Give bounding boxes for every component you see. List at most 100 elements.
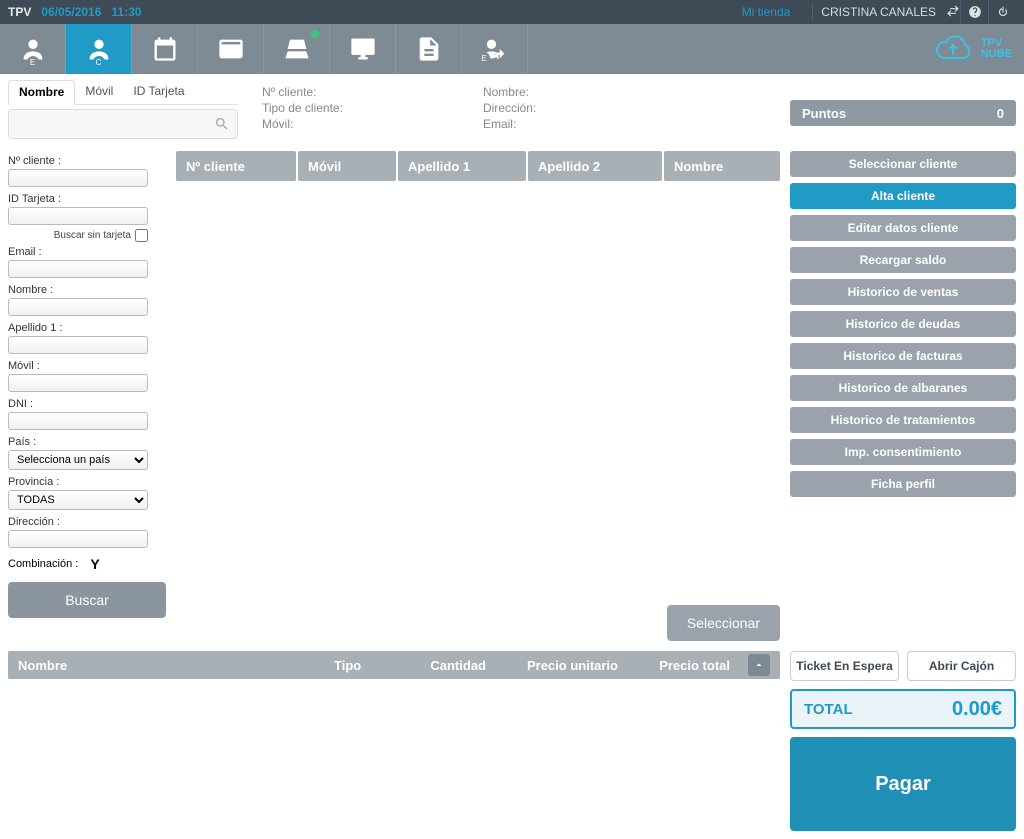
nav-employee-transfer-badge: E (478, 52, 490, 64)
input-dni[interactable] (8, 412, 148, 430)
input-apellido1[interactable] (8, 336, 148, 354)
nav-monitor[interactable] (330, 24, 396, 74)
btn-editar-cliente[interactable]: Editar datos cliente (790, 215, 1016, 241)
col-movil[interactable]: Móvil (298, 151, 396, 181)
lbl-movil: Móvil : (8, 360, 166, 372)
nav-employee-transfer[interactable]: E (462, 24, 528, 74)
btn-hist-ventas[interactable]: Historico de ventas (790, 279, 1016, 305)
ocol-pu: Precio unitario (498, 658, 618, 673)
svg-text:27: 27 (159, 48, 169, 58)
info-tipocliente: Tipo de cliente: (262, 100, 343, 116)
status-dot-icon (311, 30, 319, 38)
btn-ticket-espera[interactable]: Ticket En Espera (790, 651, 899, 681)
val-combinacion[interactable]: Y (90, 556, 99, 572)
select-pais[interactable]: Selecciona un país (8, 450, 148, 470)
input-movil[interactable] (8, 374, 148, 392)
info-nombre: Nombre: (483, 84, 536, 100)
buscar-button[interactable]: Buscar (8, 582, 166, 618)
input-ncliente[interactable] (8, 169, 148, 187)
top-bar: TPV 06/05/2016 11:30 Mi tienda CRISTINA … (0, 0, 1024, 24)
time-label: 11:30 (111, 5, 141, 19)
swap-user-icon[interactable] (940, 4, 960, 21)
lbl-apellido1: Apellido 1 : (8, 322, 166, 334)
input-email[interactable] (8, 260, 148, 278)
nav-employee[interactable]: E (0, 24, 66, 74)
ocol-nombre: Nombre (18, 658, 322, 673)
order-header: Nombre Tipo Cantidad Precio unitario Pre… (8, 651, 780, 679)
help-icon[interactable] (960, 0, 988, 24)
search-input[interactable] (8, 109, 238, 139)
points-label: Puntos (802, 106, 846, 121)
nav-document[interactable] (396, 24, 462, 74)
col-apellido2[interactable]: Apellido 2 (528, 151, 662, 181)
btn-alta-cliente[interactable]: Alta cliente (790, 183, 1016, 209)
btn-pagar[interactable]: Pagar (790, 737, 1016, 831)
tab-movil[interactable]: Móvil (75, 80, 123, 104)
total-box: TOTAL 0.00€ (790, 689, 1016, 729)
lbl-dni: DNI : (8, 398, 166, 410)
lbl-provincia: Provincia : (8, 476, 166, 488)
ocol-cantidad: Cantidad (406, 658, 486, 673)
logo-line2: NUBE (981, 49, 1012, 60)
power-icon[interactable] (988, 0, 1016, 24)
lbl-nombre: Nombre : (8, 284, 166, 296)
btn-hist-albaranes[interactable]: Historico de albaranes (790, 375, 1016, 401)
brand-logo: TPVNUBE (929, 24, 1024, 74)
ocol-tipo: Tipo (334, 658, 394, 673)
points-value: 0 (997, 106, 1004, 121)
lbl-sintarjeta: Buscar sin tarjeta (54, 230, 131, 241)
input-direccion[interactable] (8, 530, 148, 548)
results-header: Nº cliente Móvil Apellido 1 Apellido 2 N… (176, 151, 780, 181)
col-apellido1[interactable]: Apellido 1 (398, 151, 526, 181)
search-icon[interactable] (214, 116, 230, 132)
expand-icon[interactable] (748, 654, 770, 676)
col-ncliente[interactable]: Nº cliente (176, 151, 296, 181)
nav-calendar[interactable]: 27 (132, 24, 198, 74)
lbl-combinacion: Combinación : (8, 558, 78, 570)
input-nombre[interactable] (8, 298, 148, 316)
nav-customer[interactable]: C (66, 24, 132, 74)
lbl-ncliente: Nº cliente : (8, 155, 166, 167)
nav-card[interactable] (198, 24, 264, 74)
lbl-pais: País : (8, 436, 166, 448)
filter-panel: Nº cliente : ID Tarjeta : Buscar sin tar… (8, 151, 166, 645)
btn-abrir-cajon[interactable]: Abrir Cajón (907, 651, 1016, 681)
nav-customer-badge: C (93, 56, 105, 68)
btn-hist-facturas[interactable]: Historico de facturas (790, 343, 1016, 369)
date-label: 06/05/2016 (41, 5, 101, 19)
chk-sintarjeta[interactable] (135, 229, 148, 242)
nav-employee-badge: E (27, 56, 39, 68)
btn-hist-deudas[interactable]: Historico de deudas (790, 311, 1016, 337)
info-direccion: Dirección: (483, 100, 536, 116)
info-movil: Móvil: (262, 116, 343, 132)
user-label: CRISTINA CANALES (821, 5, 936, 19)
lbl-email: Email : (8, 246, 166, 258)
btn-imp-consent[interactable]: Imp. consentimiento (790, 439, 1016, 465)
seleccionar-button[interactable]: Seleccionar (667, 605, 780, 641)
lbl-direccion: Dirección : (8, 516, 166, 528)
search-tabs: Nombre Móvil ID Tarjeta (8, 80, 238, 105)
btn-hist-tratamientos[interactable]: Historico de tratamientos (790, 407, 1016, 433)
results-body (176, 181, 780, 605)
store-link[interactable]: Mi tienda (742, 5, 791, 19)
actions-panel: Seleccionar cliente Alta cliente Editar … (790, 151, 1016, 645)
points-badge: Puntos 0 (790, 100, 1016, 126)
total-value: 0.00€ (952, 698, 1002, 721)
tab-idtarjeta[interactable]: ID Tarjeta (123, 80, 194, 104)
btn-sel-cliente[interactable]: Seleccionar cliente (790, 151, 1016, 177)
total-label: TOTAL (804, 701, 853, 718)
input-idtarjeta[interactable] (8, 207, 148, 225)
btn-ficha-perfil[interactable]: Ficha perfil (790, 471, 1016, 497)
btn-recargar[interactable]: Recargar saldo (790, 247, 1016, 273)
nav-strip: E C 27 E TPVNUBE (0, 24, 1024, 74)
app-label: TPV (8, 5, 31, 19)
nav-cashdrawer[interactable] (264, 24, 330, 74)
tab-nombre[interactable]: Nombre (8, 80, 75, 105)
ocol-pt: Precio total (630, 658, 730, 673)
info-email: Email: (483, 116, 536, 132)
col-nombre[interactable]: Nombre (664, 151, 780, 181)
lbl-idtarjeta: ID Tarjeta : (8, 193, 166, 205)
select-provincia[interactable]: TODAS (8, 490, 148, 510)
info-ncliente: Nº cliente: (262, 84, 343, 100)
customer-info: Nº cliente: Tipo de cliente: Móvil: Nomb… (248, 80, 780, 140)
